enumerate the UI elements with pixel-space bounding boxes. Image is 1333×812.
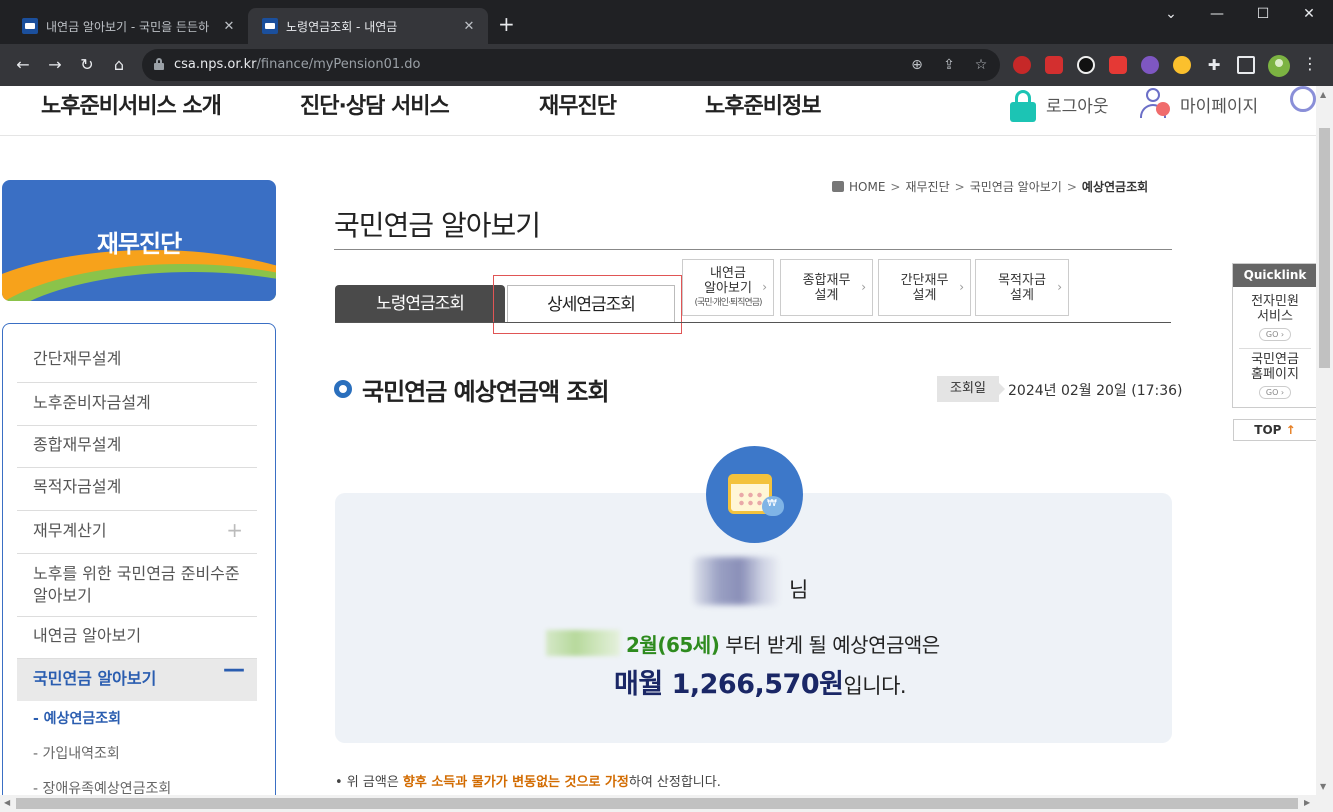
extension-p-icon[interactable] [1077,56,1095,74]
sidebar-item-total-plan[interactable]: 종합재무설계 [17,426,257,468]
breadcrumb: HOME > 재무진단 > 국민연금 알아보기 > 예상연금조회 [832,178,1148,195]
sidebar-item-retirement-fund[interactable]: 노후준비자금설계 [17,383,257,426]
tab-my-pension[interactable]: 내연금 알아보기 (국민·개인·퇴직연금) › [682,259,774,316]
browser-toolbar: ← → ↻ ⌂ csa.nps.or.kr/finance/myPension0… [0,44,1333,86]
breadcrumb-current: 예상연금조회 [1081,180,1149,194]
query-date-label: 조회일 [937,376,1005,402]
section-bullet-icon [334,380,352,398]
tab-old-age-pension[interactable]: 노령연금조회 [335,285,505,323]
nps-favicon-icon [262,18,278,34]
calendar-money-icon [706,446,803,543]
sidebar-banner: 재무진단 [2,180,276,301]
reload-button[interactable]: ↻ [76,54,98,76]
chevron-right-icon: › [1057,280,1062,294]
forward-button[interactable]: → [44,54,66,76]
chevron-right-icon: › [861,280,866,294]
nps-favicon-icon [22,18,38,34]
breadcrumb-finance[interactable]: 재무진단 [905,180,949,194]
breadcrumb-national[interactable]: 국민연금 알아보기 [970,180,1062,194]
sidebar-banner-title: 재무진단 [96,230,182,258]
expand-plus-icon[interactable]: + [226,519,243,541]
title-divider [334,249,1172,250]
sidebar-item-national-pension[interactable]: 국민연금 알아보기 — [17,659,257,701]
close-icon[interactable]: ✕ [460,19,478,34]
arrow-up-icon: ↑ [1285,423,1296,437]
chevron-right-icon: › [762,280,767,294]
tabs-divider [335,322,1171,323]
tab-title: 내연금 알아보기 - 국민을 든든하 [46,19,210,34]
share-icon[interactable]: ⇪ [940,56,958,74]
tab-total-plan[interactable]: 종합재무 설계 › [780,259,873,316]
close-window-button[interactable]: ✕ [1294,6,1324,22]
menu-dots-icon[interactable]: ⋮ [1302,54,1318,73]
zoom-icon[interactable]: ⊕ [908,56,926,74]
extension-forward-icon[interactable] [1109,56,1127,74]
sidebar-item-my-pension[interactable]: 내연금 알아보기 [17,617,257,659]
sidebar-sub-subscription[interactable]: - 가입내역조회 [33,743,120,763]
minimize-button[interactable]: — [1202,6,1232,22]
url-text[interactable]: csa.nps.or.kr/finance/myPension01.do [174,57,421,72]
extension-icon[interactable] [1013,56,1031,74]
sidebar-item-pension-level[interactable]: 노후를 위한 국민연금 준비수준 알아보기 [17,554,257,617]
quicklink-panel: Quicklink 전자민원 서비스 GO › 국민연금 홈페이지 GO › [1232,263,1317,408]
go-button[interactable]: GO › [1258,328,1292,341]
horizontal-scrollbar[interactable]: ◀ ▶ [0,795,1333,812]
home-icon[interactable] [832,181,844,192]
extension-globe-icon[interactable] [1141,56,1159,74]
side-panel-icon[interactable] [1237,56,1255,74]
collapse-minus-icon[interactable]: — [223,659,245,681]
browser-tab-1[interactable]: 내연금 알아보기 - 국민을 든든하 ✕ [8,8,248,44]
chevron-right-icon: › [959,280,964,294]
query-date-value: 2024년 02월 20일 (17:36) [1008,383,1183,399]
close-icon[interactable]: ✕ [220,19,238,34]
go-button[interactable]: GO › [1258,386,1292,399]
gnb-item-info[interactable]: 노후준비정보 [705,88,821,120]
tab-goal-fund[interactable]: 목적자금 설계 › [975,259,1069,316]
sidebar-item-calculator[interactable]: 재무계산기 + [17,511,257,554]
bookmark-star-icon[interactable]: ☆ [972,56,990,74]
quicklink-epetition[interactable]: 전자민원 서비스 GO › [1233,294,1317,341]
quicklink-title: Quicklink [1233,264,1317,287]
assumption-note: • 위 금액은 향후 소득과 물가가 변동없는 것으로 가정하여 산정합니다. [335,775,721,790]
logout-link[interactable]: 로그아웃 [1046,92,1109,117]
blurred-year [546,630,620,656]
blurred-name [693,557,779,605]
mypage-link[interactable]: 마이페이지 [1180,92,1258,117]
gnb-item-consult[interactable]: 진단·상담 서비스 [300,88,450,120]
extension-color-icon[interactable] [1173,56,1191,74]
top-button[interactable]: TOP ↑ [1233,419,1316,441]
tab-highlight-box [493,275,682,334]
pension-amount-text: 매월 1,266,570원입니다. [614,669,907,700]
tab-title: 노령연금조회 - 내연금 [286,19,398,34]
extensions-puzzle-icon[interactable]: ✚ [1205,56,1223,74]
browser-tab-bar: 내연금 알아보기 - 국민을 든든하 ✕ 노령연금조회 - 내연금 ✕ + ⌄ … [0,0,1333,44]
sidebar-item-goal-fund[interactable]: 목적자금설계 [17,468,257,511]
sidebar-sub-expected-pension[interactable]: - 예상연금조회 [33,708,121,728]
breadcrumb-home[interactable]: HOME [849,180,885,194]
lock-icon[interactable] [154,58,164,70]
name-suffix: 님 [789,578,809,602]
pension-start-text: 2월(65세) 부터 받게 될 예상연금액은 [626,633,940,657]
logout-lock-icon[interactable] [1008,90,1038,122]
tab-search-icon[interactable]: ⌄ [1156,6,1186,22]
page-title: 국민연금 알아보기 [334,209,541,242]
sidebar-item-simple-plan[interactable]: 간단재무설계 [17,341,257,383]
search-icon[interactable] [1290,86,1316,112]
quicklink-nps-home[interactable]: 국민연금 홈페이지 GO › [1233,352,1317,399]
profile-avatar[interactable] [1268,55,1290,77]
extension-shield-icon[interactable] [1045,56,1063,74]
home-button[interactable]: ⌂ [108,54,130,76]
tab-simple-plan[interactable]: 간단재무 설계 › [878,259,971,316]
browser-tab-2[interactable]: 노령연금조회 - 내연금 ✕ [248,8,488,44]
new-tab-button[interactable]: + [498,14,515,34]
gnb-item-intro[interactable]: 노후준비서비스 소개 [41,88,222,120]
mypage-person-icon[interactable] [1138,88,1174,120]
address-bar[interactable]: csa.nps.or.kr/finance/myPension01.do ⊕ ⇪… [142,49,1000,81]
maximize-button[interactable]: ☐ [1248,6,1278,22]
gnb-item-finance[interactable]: 재무진단 [539,88,617,120]
section-title: 국민연금 예상연금액 조회 [362,378,610,406]
back-button[interactable]: ← [12,54,34,76]
site-global-nav: 노후준비서비스 소개 진단·상담 서비스 재무진단 노후준비정보 로그아웃 마이… [0,86,1316,136]
vertical-scrollbar[interactable]: ▲ ▼ [1316,86,1333,795]
